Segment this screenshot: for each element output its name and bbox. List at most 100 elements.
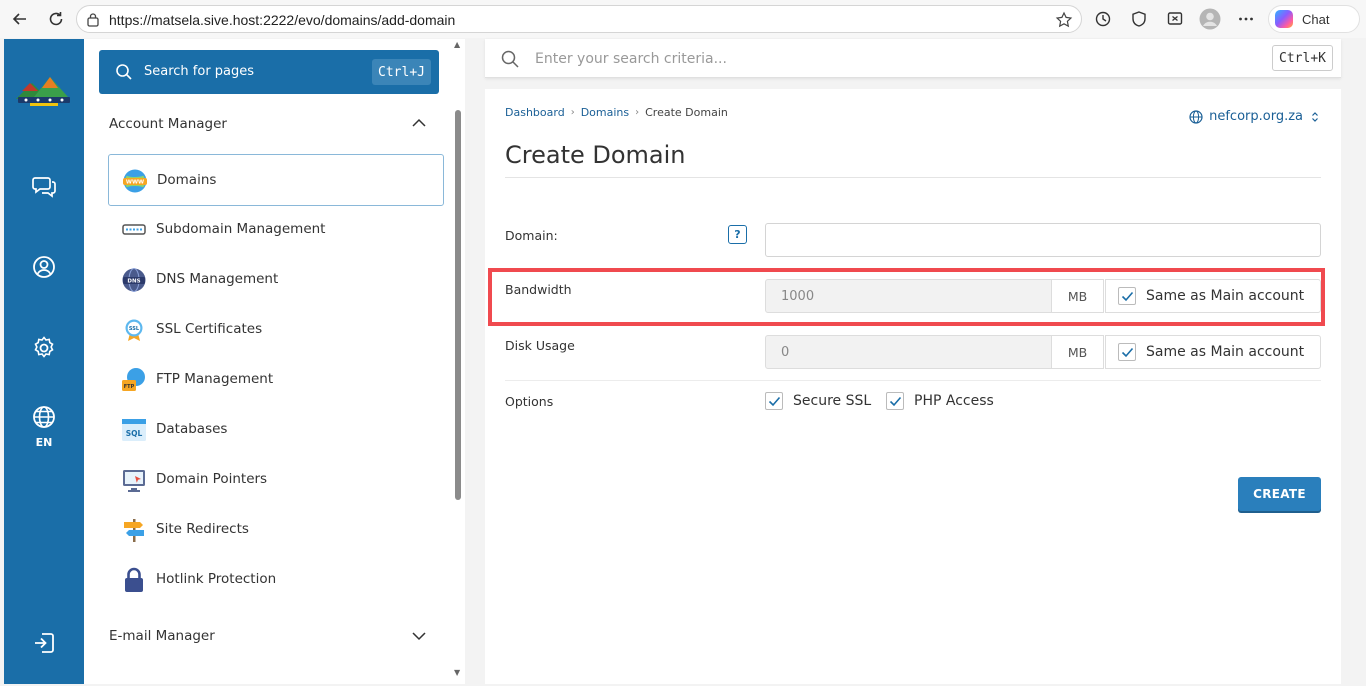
url-text: https://matsela.sive.host:2222/evo/domai… (109, 12, 456, 28)
php-access-checkbox[interactable]: PHP Access (886, 392, 994, 410)
sidebar-item-label: Site Redirects (156, 521, 249, 537)
favorite-star-icon[interactable] (1055, 11, 1073, 33)
page-search-shortcut: Ctrl+J (372, 59, 431, 85)
more-menu-icon[interactable] (1235, 8, 1257, 30)
sidebar-item-domains[interactable]: WWW Domains (108, 154, 444, 206)
global-search-bar[interactable]: Enter your search criteria... Ctrl+K (485, 39, 1341, 78)
sidebar-item-label: SSL Certificates (156, 321, 263, 337)
svg-text:SQL: SQL (126, 429, 143, 438)
lock-icon (86, 12, 100, 31)
sidebar-item-ftp-management[interactable]: FTP FTP Management (108, 354, 444, 406)
domain-input[interactable] (765, 223, 1321, 257)
sidebar-item-label: Domain Pointers (156, 471, 268, 487)
icon-rail: EN (4, 39, 84, 684)
ftp-icon: FTP (122, 368, 145, 391)
scroll-down-arrow-icon[interactable]: ▼ (454, 668, 460, 677)
breadcrumb-dashboard[interactable]: Dashboard (505, 106, 565, 119)
checkmark-icon (768, 396, 780, 406)
checkbox-checked[interactable] (886, 392, 904, 410)
sidebar-item-label: Databases (156, 421, 228, 437)
checkmark-icon (889, 396, 901, 406)
breadcrumb-separator-icon: › (570, 107, 575, 118)
search-icon (501, 50, 519, 68)
sidebar-item-label: DNS Management (156, 271, 279, 287)
www-globe-icon: WWW (123, 169, 147, 193)
search-icon (116, 64, 132, 80)
reload-icon[interactable] (44, 7, 68, 31)
section-email-manager[interactable]: E-mail Manager (109, 628, 215, 644)
sidebar-item-label: Domains (157, 172, 217, 188)
user-account-icon[interactable] (31, 254, 57, 280)
disk-same-as-main-checkbox[interactable]: Same as Main account (1105, 335, 1321, 369)
checkbox-checked[interactable] (1118, 343, 1136, 361)
create-button[interactable]: CREATE (1238, 477, 1321, 511)
breadcrumb-separator-icon: › (635, 107, 640, 118)
sidebar-item-databases[interactable]: SQL Databases (108, 404, 444, 456)
search-placeholder: Enter your search criteria... (535, 51, 727, 67)
settings-gear-icon[interactable] (31, 335, 57, 361)
create-domain-card: Dashboard › Domains › Create Domain nefc… (485, 89, 1341, 684)
page-search-button[interactable]: Search for pages Ctrl+J (99, 50, 439, 94)
sidebar-item-ssl-certificates[interactable]: SSL SSL Certificates (108, 304, 444, 356)
domain-selector[interactable]: nefcorp.org.za (1189, 109, 1319, 124)
ssl-certificate-icon: SSL (125, 319, 143, 341)
sidebar-item-domain-pointers[interactable]: Domain Pointers (108, 454, 444, 506)
sidebar-item-site-redirects[interactable]: Site Redirects (108, 504, 444, 556)
svg-text:DNS: DNS (127, 279, 140, 285)
language-globe-icon[interactable] (31, 404, 57, 430)
language-code[interactable]: EN (4, 436, 84, 449)
help-icon[interactable]: ? (728, 225, 747, 244)
screenshot-icon[interactable] (1164, 8, 1186, 30)
sidebar-item-hotlink-protection[interactable]: Hotlink Protection (108, 554, 444, 606)
title-divider (505, 177, 1321, 178)
profile-avatar-icon[interactable] (1199, 8, 1221, 30)
browser-toolbar: https://matsela.sive.host:2222/evo/domai… (0, 0, 1366, 38)
bandwidth-highlight-box (488, 268, 1325, 326)
checkbox-checked[interactable] (765, 392, 783, 410)
scroll-up-arrow-icon[interactable]: ▲ (454, 40, 460, 49)
svg-text:WWW: WWW (126, 180, 144, 186)
sidebar-item-subdomain-management[interactable]: Subdomain Management (108, 204, 444, 256)
sidebar-item-label: FTP Management (156, 371, 274, 387)
secure-ssl-checkbox[interactable]: Secure SSL (765, 392, 871, 410)
disk-same-label: Same as Main account (1146, 344, 1305, 360)
breadcrumb: Dashboard › Domains › Create Domain (505, 106, 728, 119)
copilot-logo-icon (1275, 10, 1293, 28)
subdomain-icon (122, 224, 146, 235)
brand-logo-icon[interactable] (12, 71, 76, 111)
sort-chevrons-icon (1312, 111, 1318, 122)
section-account-manager[interactable]: Account Manager (109, 116, 227, 132)
php-access-label: PHP Access (914, 393, 994, 409)
selected-domain: nefcorp.org.za (1209, 109, 1303, 124)
sidebar: Search for pages Ctrl+J Account Manager … (84, 39, 465, 684)
sidebar-item-dns-management[interactable]: DNS DNS Management (108, 254, 444, 306)
options-label: Options (505, 394, 554, 409)
svg-text:FTP: FTP (124, 384, 135, 390)
shield-icon[interactable] (1128, 8, 1150, 30)
sql-database-icon: SQL (122, 419, 146, 441)
chat-messages-icon[interactable] (31, 173, 57, 199)
history-icon[interactable] (1092, 8, 1114, 30)
domain-pointer-icon (123, 470, 145, 492)
dns-icon: DNS (122, 268, 146, 292)
back-icon[interactable] (8, 7, 32, 31)
signpost-icon (124, 519, 144, 542)
sidebar-item-label: Subdomain Management (156, 221, 326, 237)
disk-usage-label: Disk Usage (505, 338, 575, 353)
page-title: Create Domain (505, 141, 686, 169)
disk-usage-unit: MB (1051, 335, 1104, 369)
chevron-down-icon[interactable] (411, 631, 427, 641)
row-divider (505, 380, 1321, 381)
copilot-chat-button[interactable]: Chat (1268, 5, 1360, 33)
logout-icon[interactable] (31, 630, 57, 656)
breadcrumb-domains[interactable]: Domains (581, 106, 629, 119)
padlock-icon (125, 567, 143, 592)
disk-usage-input[interactable]: 0 (765, 335, 1052, 369)
globe-icon (1189, 109, 1203, 124)
sidebar-scrollbar[interactable] (455, 110, 461, 500)
chevron-up-icon[interactable] (411, 118, 427, 128)
page-search-label: Search for pages (144, 64, 255, 79)
sidebar-item-label: Hotlink Protection (156, 571, 277, 587)
secure-ssl-label: Secure SSL (793, 393, 872, 409)
address-bar[interactable]: https://matsela.sive.host:2222/evo/domai… (76, 5, 1082, 33)
